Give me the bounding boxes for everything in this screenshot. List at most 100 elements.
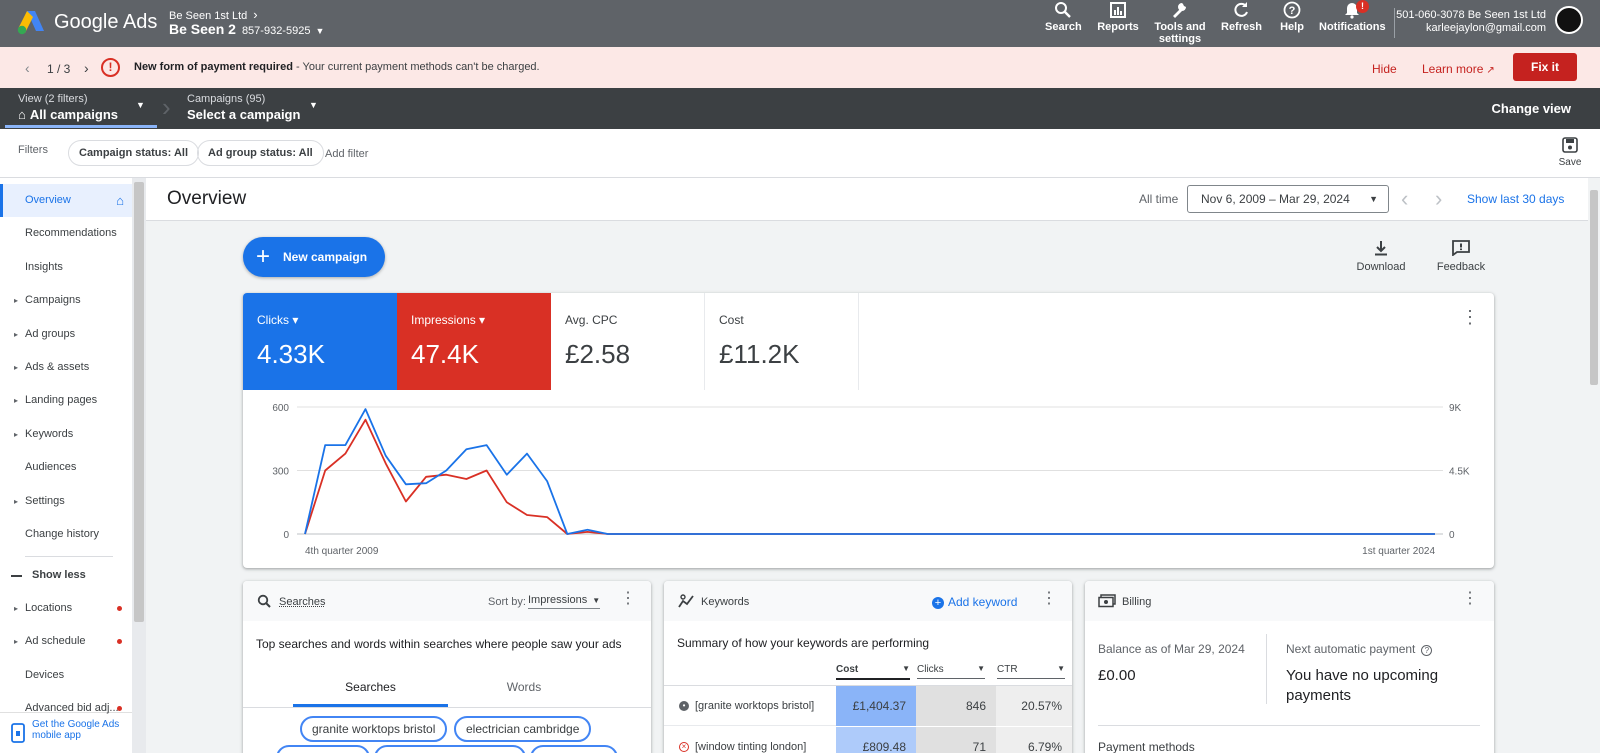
campaign-selector[interactable]: Campaigns (95) Select a campaign	[187, 93, 300, 122]
learn-more-link[interactable]: Learn more ↗	[1422, 62, 1495, 76]
metric-tile-clicks[interactable]: Clicks ▾ 4.33K	[243, 293, 397, 390]
sidebar-item-label: Settings	[25, 494, 65, 507]
search-term-chip[interactable]	[530, 745, 618, 753]
change-view-button[interactable]: Change view	[1492, 101, 1571, 116]
column-header-cost[interactable]: Cost ▼	[836, 664, 910, 680]
next-alert-icon[interactable]: ›	[84, 60, 89, 76]
download-button[interactable]: Download	[1356, 240, 1406, 273]
more-options-icon[interactable]: ⋮	[1462, 591, 1478, 607]
add-keyword-button[interactable]: + Add keyword	[932, 595, 1017, 609]
search-term-chip[interactable]: granite worktops bristol	[300, 716, 448, 742]
tab-words[interactable]: Words	[448, 680, 600, 694]
metric-value: £11.2K	[719, 339, 800, 369]
date-range-picker[interactable]: Nov 6, 2009 – Mar 29, 2024 ▼	[1187, 185, 1389, 213]
sidebar-item-insights[interactable]: Insights	[0, 251, 132, 284]
sidebar-item-overview[interactable]: Overview ⌂	[0, 184, 132, 217]
refresh-button[interactable]: Refresh	[1221, 1, 1262, 33]
alert-message: New form of payment required - Your curr…	[134, 61, 540, 73]
column-header-ctr[interactable]: CTR ▼	[997, 664, 1065, 679]
more-options-icon[interactable]: ⋮	[1461, 308, 1479, 326]
metric-label: Clicks ▾	[257, 313, 299, 327]
sidebar-item-campaigns[interactable]: ▸ Campaigns	[0, 284, 132, 317]
previous-alert-icon[interactable]: ‹	[25, 60, 30, 76]
dropdown-arrow-icon: ▼	[1369, 194, 1378, 204]
alert-dot	[117, 639, 122, 645]
account-breadcrumb[interactable]: Be Seen 1st Ltd ›	[169, 7, 258, 22]
searches-card-title[interactable]: Searches	[279, 596, 325, 608]
sidebar-item-change-history[interactable]: Change history	[0, 518, 132, 551]
sidebar-item-locations[interactable]: ▸ Locations	[0, 592, 132, 625]
view-selector[interactable]: View (2 filters) ⌂ All campaigns	[18, 93, 118, 122]
table-row[interactable]: • [granite worktops bristol] £1,404.37 846 2…	[664, 686, 1072, 726]
sidebar-scrollbar-thumb[interactable]	[134, 182, 144, 622]
ad-group-status-filter-chip[interactable]: Ad group status: All	[197, 140, 324, 166]
feedback-button[interactable]: Feedback	[1436, 240, 1486, 273]
notification-badge: !	[1356, 0, 1369, 13]
campaign-status-filter-chip[interactable]: Campaign status: All	[68, 140, 199, 166]
new-campaign-button[interactable]: + New campaign	[243, 237, 385, 277]
tools-settings-button[interactable]: Tools and settings	[1153, 1, 1207, 45]
previous-period-icon[interactable]: ‹	[1401, 186, 1408, 212]
more-options-icon[interactable]: ⋮	[1041, 591, 1057, 607]
left-tick-label: 0	[283, 530, 289, 541]
show-last-30-days-link[interactable]: Show last 30 days	[1467, 192, 1564, 206]
show-less-button[interactable]: Show less	[0, 559, 132, 592]
search-icon	[1055, 2, 1071, 18]
sidebar-item-audiences[interactable]: Audiences	[0, 451, 132, 484]
help-button[interactable]: ? Help	[1276, 1, 1308, 33]
avatar[interactable]	[1555, 6, 1583, 34]
table-row[interactable]: × [window tinting london] £809.48 71 6.79%	[664, 727, 1072, 753]
sidebar-item-advanced-bid-adj[interactable]: Advanced bid adj...	[0, 692, 132, 725]
google-ads-logo-icon[interactable]	[17, 9, 45, 35]
notifications-button[interactable]: Notifications	[1319, 1, 1386, 33]
search-button[interactable]: Search	[1045, 1, 1082, 33]
tab-searches[interactable]: Searches	[293, 680, 448, 694]
view-dropdown-icon[interactable]: ▼	[136, 100, 145, 110]
search-term-chip[interactable]	[374, 745, 526, 753]
metric-tile-avg-cpc[interactable]: Avg. CPC £2.58	[551, 293, 705, 390]
page-scrollbar-thumb[interactable]	[1590, 190, 1598, 385]
sort-label: Sort by:	[488, 596, 526, 608]
breadcrumb-chevron-icon: ›	[162, 92, 171, 122]
tab-divider	[243, 707, 651, 708]
dropdown-arrow-icon: ▼	[592, 596, 601, 605]
cell-cost: £1,404.37	[836, 686, 916, 726]
cell-clicks: 71	[916, 727, 996, 753]
sidebar-item-settings[interactable]: ▸ Settings	[0, 485, 132, 518]
sidebar-item-ad-schedule[interactable]: ▸ Ad schedule	[0, 625, 132, 658]
next-period-icon[interactable]: ›	[1435, 186, 1442, 212]
sidebar-item-label: Landing pages	[25, 394, 98, 407]
performance-line-chart: 600 9K 300 4.5K 0 0 4th quarter 2009 1st quarte…	[272, 403, 1470, 557]
metric-tile-cost[interactable]: Cost £11.2K	[705, 293, 859, 390]
help-icon[interactable]: ?	[1421, 645, 1433, 656]
metric-tile-impressions[interactable]: Impressions ▾ 47.4K	[397, 293, 551, 390]
sidebar-item-label: Recommendations	[25, 227, 117, 240]
alert-counter: 1 / 3	[47, 62, 71, 76]
sidebar-item-label: Ad schedule	[25, 635, 86, 648]
column-header-clicks[interactable]: Clicks ▼	[917, 664, 985, 679]
billing-icon	[1098, 594, 1116, 608]
more-options-icon[interactable]: ⋮	[620, 591, 636, 607]
reports-button[interactable]: Reports	[1097, 1, 1139, 33]
search-term-chip[interactable]	[276, 745, 370, 753]
billing-section-divider	[1098, 725, 1480, 726]
sidebar-item-ad-groups[interactable]: ▸ Ad groups	[0, 318, 132, 351]
search-icon	[257, 594, 271, 608]
sidebar-item-ads-assets[interactable]: ▸ Ads & assets	[0, 351, 132, 384]
left-tick-label: 600	[272, 403, 289, 414]
sidebar-item-landing-pages[interactable]: ▸ Landing pages	[0, 384, 132, 417]
hide-alert-link[interactable]: Hide	[1372, 62, 1397, 76]
add-filter-button[interactable]: Add filter	[325, 148, 368, 160]
expand-caret-icon: ▸	[14, 429, 19, 439]
sidebar-item-keywords[interactable]: ▸ Keywords	[0, 418, 132, 451]
campaign-dropdown-icon[interactable]: ▼	[309, 100, 318, 110]
sort-dropdown[interactable]: Impressions ▼	[528, 594, 601, 609]
sub-account-selector[interactable]: Be Seen 2 857-932-5925 ▼	[169, 21, 324, 37]
save-button[interactable]: Save	[1555, 137, 1585, 168]
search-term-chip[interactable]: electrician cambridge	[454, 716, 592, 742]
sidebar-item-recommendations[interactable]: Recommendations	[0, 217, 132, 250]
app-name: Google Ads	[54, 11, 158, 33]
expand-caret-icon: ▸	[14, 329, 19, 339]
sidebar-item-devices[interactable]: Devices	[0, 659, 132, 692]
fix-it-button[interactable]: Fix it	[1513, 53, 1577, 81]
